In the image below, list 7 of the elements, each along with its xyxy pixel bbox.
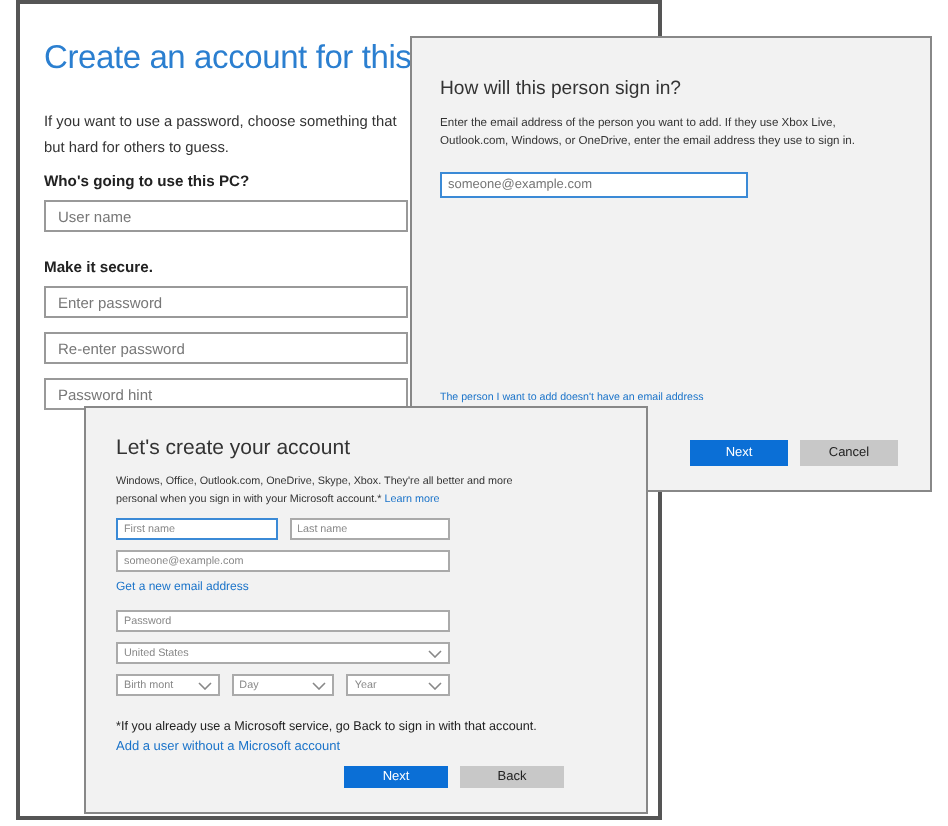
dialog-title: Let's create your account [116, 436, 352, 460]
dialog-title: How will this person sign in? [440, 78, 684, 100]
chevron-down-icon [428, 649, 442, 657]
chevron-down-icon [428, 681, 443, 689]
window-title: Create an account for this [44, 38, 412, 80]
chevron-down-icon [312, 681, 327, 689]
chevron-down-icon [197, 681, 212, 689]
